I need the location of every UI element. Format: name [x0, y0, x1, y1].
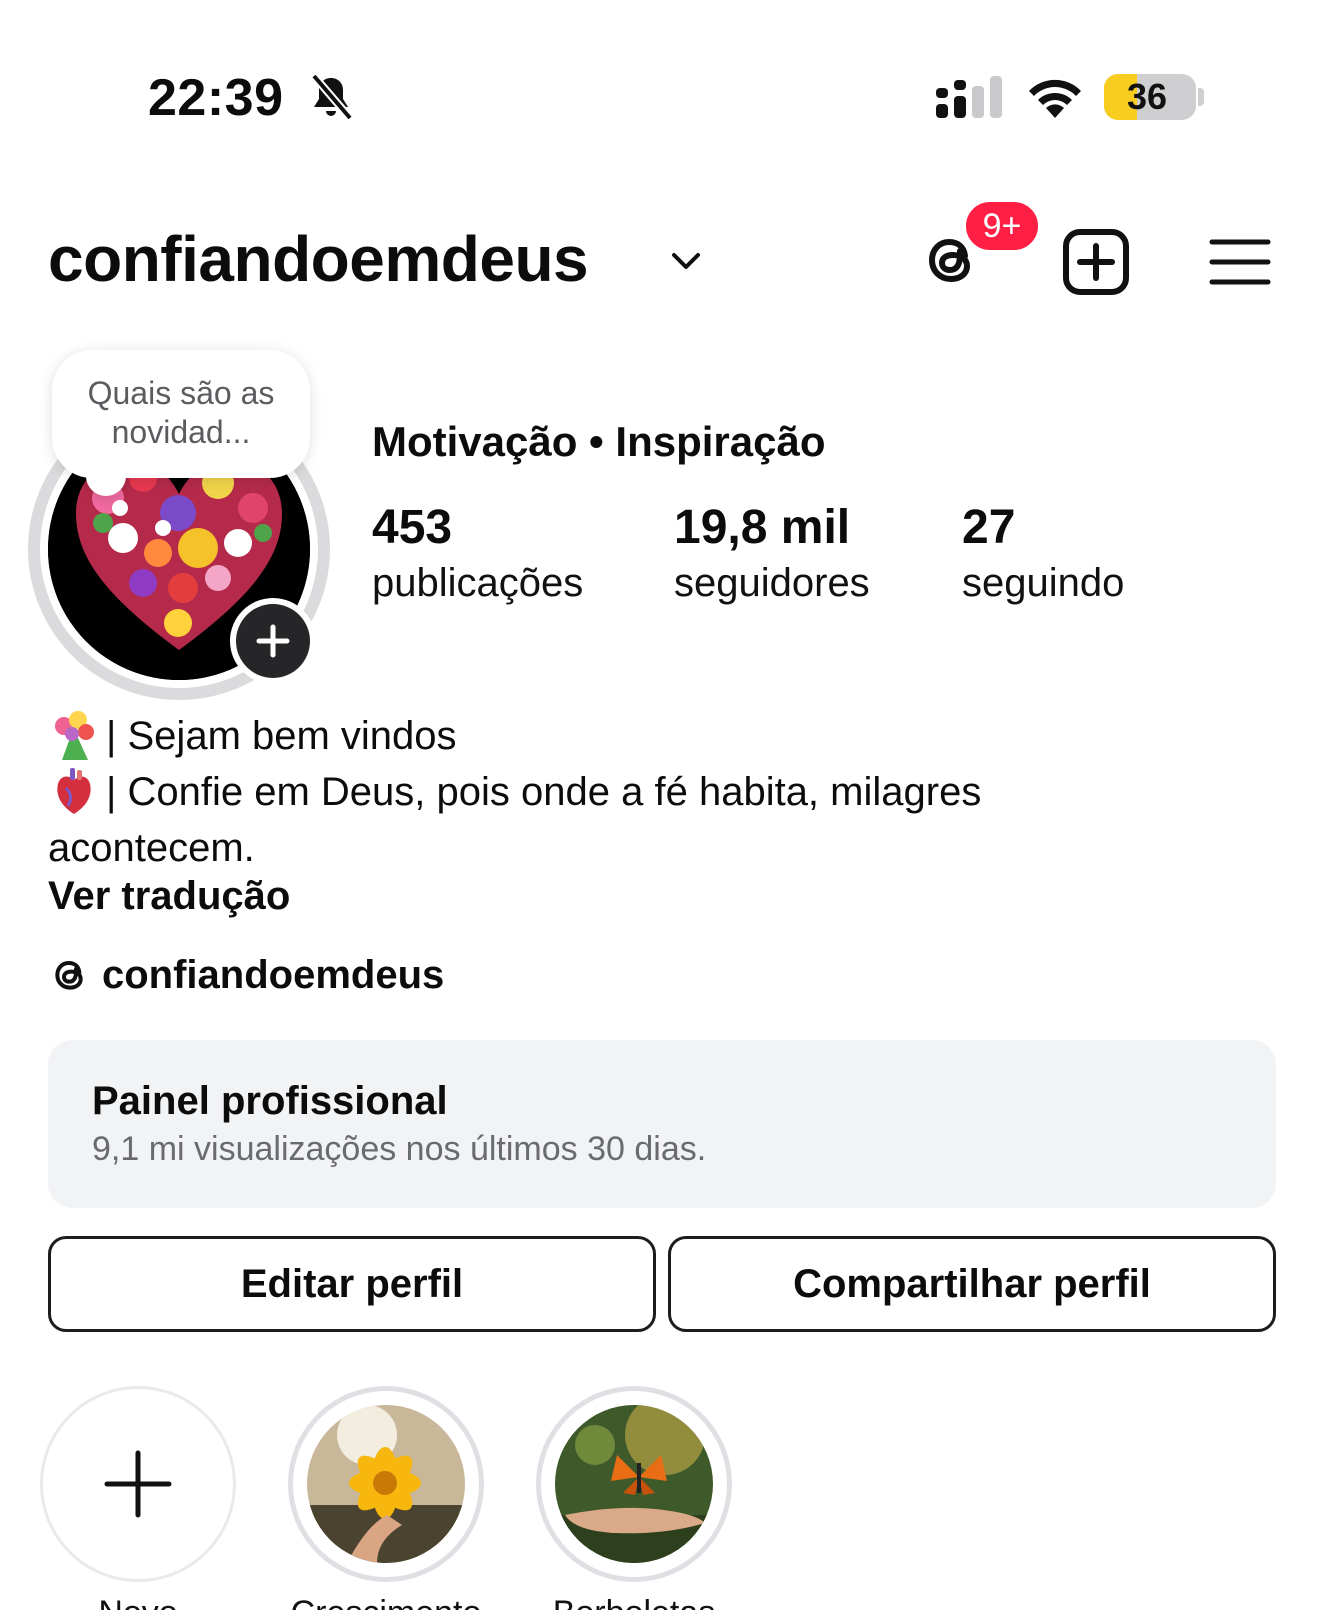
- highlight-label-butterflies: Borboletas: [514, 1594, 754, 1610]
- professional-dashboard[interactable]: Painel profissional 9,1 mi visualizações…: [48, 1040, 1276, 1208]
- add-story-button[interactable]: [230, 598, 316, 684]
- bouquet-emoji-icon: [55, 711, 94, 760]
- add-story-circle: [236, 604, 310, 678]
- plus-icon: [256, 624, 290, 658]
- create-post-icon[interactable]: [1062, 228, 1130, 296]
- notification-badge: 9+: [962, 198, 1042, 254]
- threads-icon: [55, 960, 83, 990]
- share-profile-button[interactable]: Compartilhar perfil: [668, 1236, 1276, 1332]
- highlight-butterflies[interactable]: [536, 1386, 732, 1582]
- profile-category: Motivação • Inspiração: [372, 418, 826, 465]
- bio-line-1: | Sejam bem vindos: [48, 708, 1268, 764]
- stat-posts-label: publicações: [372, 561, 584, 605]
- status-time: 22:39: [148, 69, 284, 127]
- battery-level-text: 36: [1126, 76, 1168, 117]
- new-highlight-button[interactable]: [40, 1386, 236, 1582]
- anatomical-heart-emoji-icon: [57, 768, 91, 814]
- bio-text-line-2: | Confie em Deus, pois onde a fé habita,…: [106, 770, 982, 814]
- plus-icon: [104, 1450, 172, 1518]
- stat-followers-label: seguidores: [674, 561, 870, 605]
- note-bubble-dot: [112, 500, 128, 516]
- see-translation-link[interactable]: Ver tradução: [48, 874, 290, 919]
- dashboard-title: Painel profissional: [92, 1079, 448, 1123]
- bio-text-line-3: acontecem.: [48, 826, 255, 870]
- stat-followers-value: 19,8 mil: [674, 501, 851, 554]
- note-text: Quais são as novidad...: [87, 375, 275, 450]
- highlight-label-new: Novo: [18, 1594, 258, 1610]
- chevron-down-icon[interactable]: [668, 246, 704, 276]
- bell-muted-icon: [310, 73, 354, 121]
- status-bar: 22:39 36: [0, 0, 1320, 160]
- highlight-butterflies-image: [555, 1405, 713, 1563]
- hamburger-menu-icon[interactable]: [1208, 236, 1272, 288]
- battery-indicator: 36: [1104, 74, 1196, 120]
- bio-text-line-1: | Sejam bem vindos: [106, 714, 457, 758]
- bio-line-2: | Confie em Deus, pois onde a fé habita,…: [48, 764, 1268, 820]
- stat-posts-value: 453: [372, 501, 453, 554]
- dashboard-subtitle: 9,1 mi visualizações nos últimos 30 dias…: [92, 1130, 707, 1168]
- battery-nub: [1198, 88, 1204, 106]
- edit-profile-button[interactable]: Editar perfil: [48, 1236, 656, 1332]
- yellow-flower-image: [307, 1405, 465, 1563]
- profile-bio: | Sejam bem vindos | Confie em Deus, poi…: [48, 708, 1268, 876]
- cellular-signal-icon: [936, 76, 1002, 118]
- stat-followers[interactable]: 19,8 mil seguidores: [674, 500, 870, 610]
- stat-following[interactable]: 27 seguindo: [962, 500, 1124, 610]
- stat-posts[interactable]: 453 publicações: [372, 500, 583, 610]
- threads-handle: confiandoemdeus: [102, 952, 445, 997]
- wifi-icon: [1029, 79, 1081, 118]
- note-bubble[interactable]: Quais são as novidad...: [52, 350, 310, 478]
- account-switcher-username[interactable]: confiandoemdeus: [48, 222, 589, 296]
- stat-following-label: seguindo: [962, 561, 1125, 605]
- stat-following-value: 27: [962, 501, 1016, 554]
- butterfly-hand-image: [555, 1405, 713, 1563]
- highlight-label-growth: Crescimento: [266, 1594, 506, 1610]
- highlight-growth[interactable]: [288, 1386, 484, 1582]
- highlight-growth-image: [307, 1405, 465, 1563]
- threads-profile-link[interactable]: confiandoemdeus: [48, 952, 444, 998]
